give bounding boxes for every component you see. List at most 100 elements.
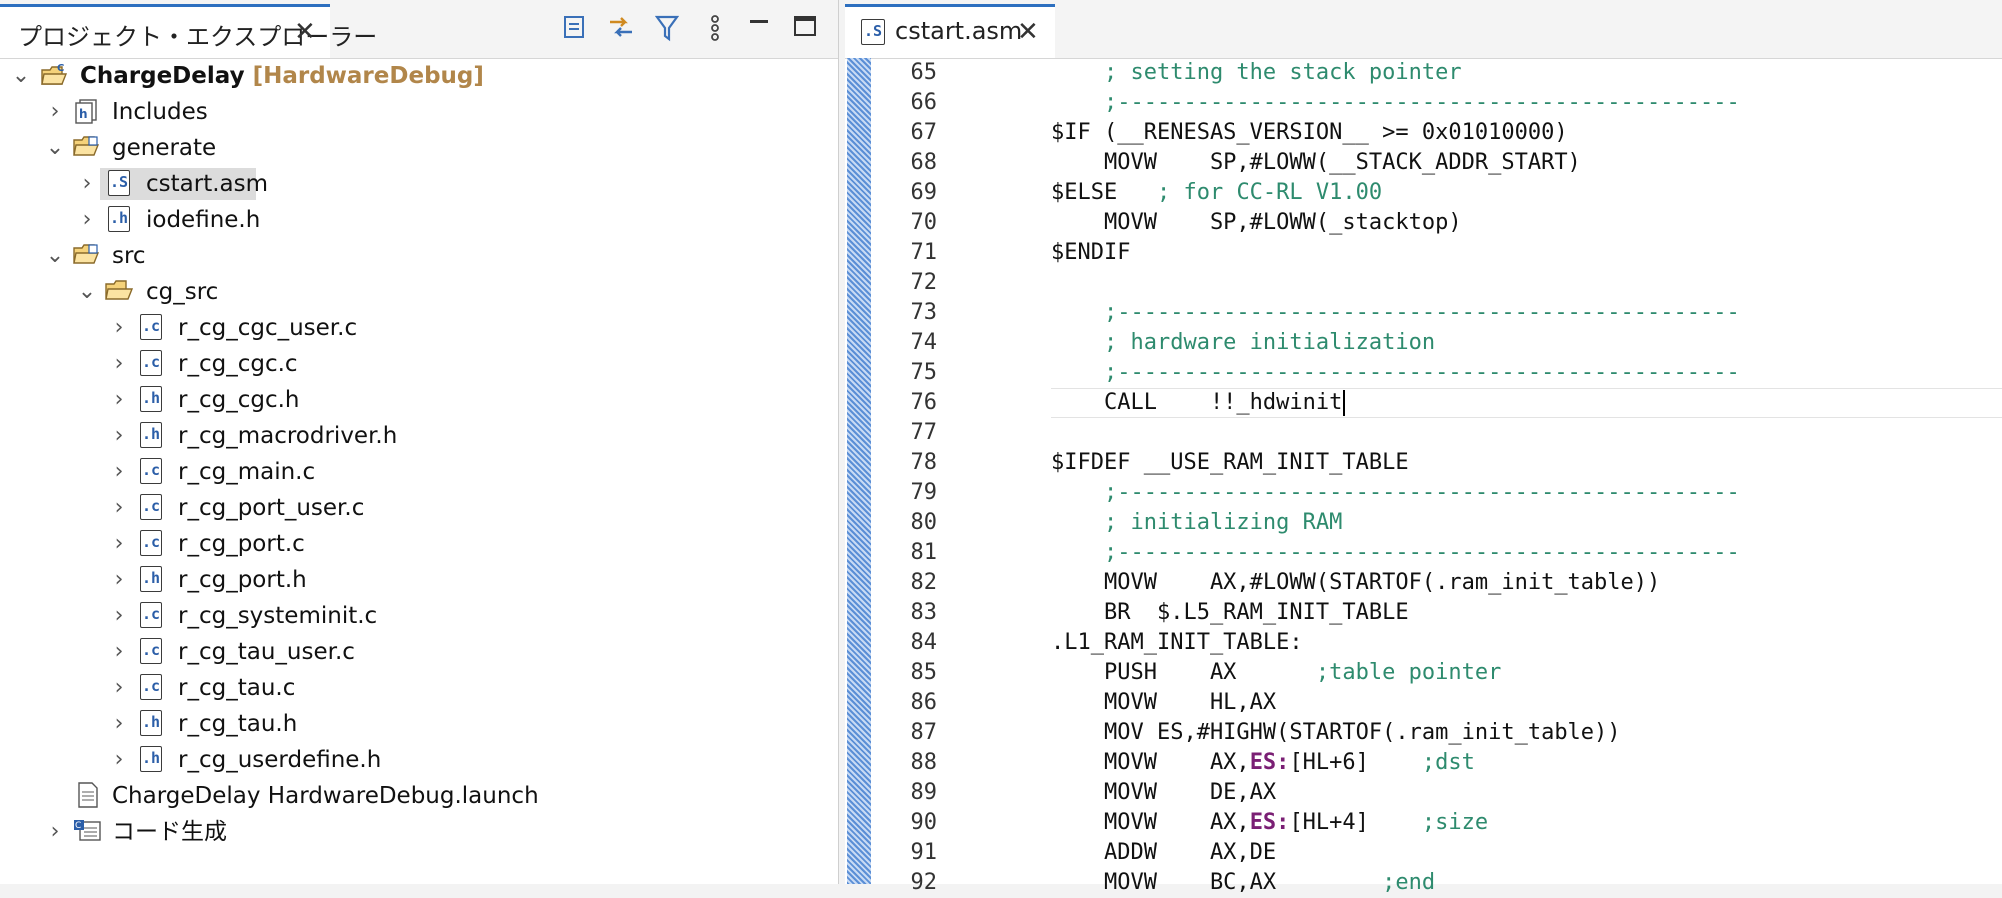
code-line[interactable]: 88 MOVW AX,ES:[HL+6] ;dst xyxy=(871,748,2002,778)
code-line[interactable]: 68 MOVW SP,#LOWW(__STACK_ADDR_START) xyxy=(871,148,2002,178)
tree-item-file[interactable]: › .h r_cg_macrodriver.h xyxy=(0,418,838,454)
filter-icon[interactable] xyxy=(652,14,682,44)
tree-item-code-generation[interactable]: › C コード生成 xyxy=(0,814,838,850)
tree-item-label: r_cg_port_user.c xyxy=(178,495,365,521)
tab-project-explorer[interactable]: プロジェクト・エクスプローラー ✕ xyxy=(0,4,377,58)
chevron-right-icon[interactable]: › xyxy=(108,563,130,597)
minimize-icon[interactable] xyxy=(744,14,774,44)
code-line[interactable]: 80 ; initializing RAM xyxy=(871,508,2002,538)
tree-item-file[interactable]: › .c r_cg_cgc.c xyxy=(0,346,838,382)
code-text: [HL+4] xyxy=(1289,810,1369,835)
chevron-down-icon[interactable]: ⌄ xyxy=(44,131,66,165)
tree-item-file[interactable]: › .h r_cg_cgc.h xyxy=(0,382,838,418)
code-line[interactable]: 66 ;------------------------------------… xyxy=(871,88,2002,118)
code-line[interactable]: 72 xyxy=(871,268,2002,298)
line-text: ; initializing RAM xyxy=(1051,508,1342,538)
code-line[interactable]: 90 MOVW AX,ES:[HL+4] ;size xyxy=(871,808,2002,838)
collapse-all-icon[interactable] xyxy=(560,14,590,44)
launch-file-icon xyxy=(76,782,102,808)
tree-item-file[interactable]: › .h r_cg_tau.h xyxy=(0,706,838,742)
chevron-right-icon[interactable]: › xyxy=(108,311,130,345)
code-line[interactable]: 85 PUSH AX ;table pointer xyxy=(871,658,2002,688)
code-line[interactable]: 92 MOVW BC,AX ;end xyxy=(871,868,2002,898)
code-line[interactable]: 91 ADDW AX,DE xyxy=(871,838,2002,868)
chevron-right-icon[interactable]: › xyxy=(108,383,130,417)
code-line[interactable]: 65 ; setting the stack pointer xyxy=(871,58,2002,88)
code-text: CALL !!_hdwinit xyxy=(1051,390,1343,415)
chevron-right-icon[interactable]: › xyxy=(44,815,66,849)
tree-item-file[interactable]: › .c r_cg_main.c xyxy=(0,454,838,490)
code-line[interactable]: 78 $IFDEF __USE_RAM_INIT_TABLE xyxy=(871,448,2002,478)
editor-panel: .S cstart.asm ✕ 65 ; setting the stack p… xyxy=(845,0,2002,895)
chevron-right-icon[interactable]: › xyxy=(76,203,98,237)
code-line[interactable]: 79 ;------------------------------------… xyxy=(871,478,2002,508)
code-line[interactable]: 84 .L1_RAM_INIT_TABLE: xyxy=(871,628,2002,658)
close-icon[interactable]: ✕ xyxy=(294,17,316,47)
code-generator-icon: C xyxy=(72,818,101,844)
line-text: $IF (__RENESAS_VERSION__ >= 0x01010000) xyxy=(1051,118,1568,148)
chevron-right-icon[interactable]: › xyxy=(108,671,130,705)
view-menu-icon[interactable] xyxy=(700,14,730,44)
tree-item-file[interactable]: › .h r_cg_port.h xyxy=(0,562,838,598)
chevron-right-icon[interactable]: › xyxy=(108,347,130,381)
code-text: $IF (__RENESAS_VERSION__ >= 0x01010000) xyxy=(1051,120,1568,145)
chevron-down-icon[interactable]: ⌄ xyxy=(44,239,66,273)
tree-item-file[interactable]: › .c r_cg_tau_user.c xyxy=(0,634,838,670)
chevron-right-icon[interactable]: › xyxy=(44,95,66,129)
chevron-right-icon[interactable]: › xyxy=(108,635,130,669)
code-line[interactable]: 83 BR $.L5_RAM_INIT_TABLE xyxy=(871,598,2002,628)
tree-item-src[interactable]: ⌄ src xyxy=(0,238,838,274)
tree-item-file[interactable]: › .c r_cg_port_user.c xyxy=(0,490,838,526)
chevron-right-icon[interactable]: › xyxy=(108,599,130,633)
line-number: 83 xyxy=(910,600,938,625)
code-line[interactable]: 86 MOVW HL,AX xyxy=(871,688,2002,718)
tree-item-file[interactable]: › .c r_cg_tau.c xyxy=(0,670,838,706)
tree-item-file[interactable]: › .c r_cg_port.c xyxy=(0,526,838,562)
chevron-right-icon[interactable]: › xyxy=(108,455,130,489)
code-editor[interactable]: 65 ; setting the stack pointer 66 ;------… xyxy=(871,58,2002,895)
code-line[interactable]: 71 $ENDIF xyxy=(871,238,2002,268)
code-line[interactable]: 89 MOVW DE,AX xyxy=(871,778,2002,808)
code-line[interactable]: 81 ;------------------------------------… xyxy=(871,538,2002,568)
code-line[interactable]: 87 MOV ES,#HIGHW(STARTOF(.ram_init_table… xyxy=(871,718,2002,748)
editor-overview-ruler[interactable] xyxy=(847,58,871,884)
line-number: 89 xyxy=(910,780,938,805)
tree-item-cg-src[interactable]: ⌄ cg_src xyxy=(0,274,838,310)
code-line[interactable]: 77 xyxy=(871,418,2002,448)
chevron-right-icon[interactable]: › xyxy=(76,167,98,201)
tree-item-cstart-asm[interactable]: › .S cstart.asm xyxy=(0,166,838,202)
code-line[interactable]: 75 ;------------------------------------… xyxy=(871,358,2002,388)
chevron-right-icon[interactable]: › xyxy=(108,707,130,741)
code-line[interactable]: 82 MOVW AX,#LOWW(STARTOF(.ram_init_table… xyxy=(871,568,2002,598)
chevron-down-icon[interactable]: ⌄ xyxy=(10,59,32,93)
tree-item-launch[interactable]: ChargeDelay HardwareDebug.launch xyxy=(0,778,838,814)
code-text: $ELSE xyxy=(1051,180,1118,205)
tree-item-label: generate xyxy=(112,135,217,161)
source-folder-icon xyxy=(72,242,100,268)
link-editor-icon[interactable] xyxy=(606,14,636,44)
chevron-right-icon[interactable]: › xyxy=(108,491,130,525)
tab-cstart-asm[interactable]: .S cstart.asm ✕ xyxy=(845,4,1055,58)
code-line[interactable]: 73 ;------------------------------------… xyxy=(871,298,2002,328)
tree-item-file[interactable]: › .h r_cg_userdefine.h xyxy=(0,742,838,778)
tree-item-file[interactable]: › .c r_cg_systeminit.c xyxy=(0,598,838,634)
code-line[interactable]: 69 $ELSE ; for CC-RL V1.00 xyxy=(871,178,2002,208)
tree-item-iodefine-h[interactable]: › .h iodefine.h xyxy=(0,202,838,238)
tree-item-file[interactable]: › .c r_cg_cgc_user.c xyxy=(0,310,838,346)
close-icon[interactable]: ✕ xyxy=(1017,17,1039,47)
chevron-right-icon[interactable]: › xyxy=(108,527,130,561)
maximize-icon[interactable] xyxy=(790,14,820,44)
tree-item-generate[interactable]: ⌄ generate xyxy=(0,130,838,166)
current-code-line[interactable]: 76 CALL !!_hdwinit xyxy=(871,388,2002,418)
chevron-right-icon[interactable]: › xyxy=(108,419,130,453)
tree-item-project[interactable]: ⌄ C ChargeDelay [HardwareDebug] xyxy=(0,58,838,94)
code-comment: ;size xyxy=(1368,810,1489,835)
line-number: 75 xyxy=(910,360,938,385)
tree-item-includes[interactable]: › h Includes xyxy=(0,94,838,130)
code-line[interactable]: 70 MOVW SP,#LOWW(_stacktop) xyxy=(871,208,2002,238)
code-line[interactable]: 67 $IF (__RENESAS_VERSION__ >= 0x01010000… xyxy=(871,118,2002,148)
chevron-right-icon[interactable]: › xyxy=(108,743,130,777)
code-text: MOV ES,#HIGHW(STARTOF(.ram_init_table)) xyxy=(1051,720,1621,745)
chevron-down-icon[interactable]: ⌄ xyxy=(76,275,98,309)
code-line[interactable]: 74 ; hardware initialization xyxy=(871,328,2002,358)
